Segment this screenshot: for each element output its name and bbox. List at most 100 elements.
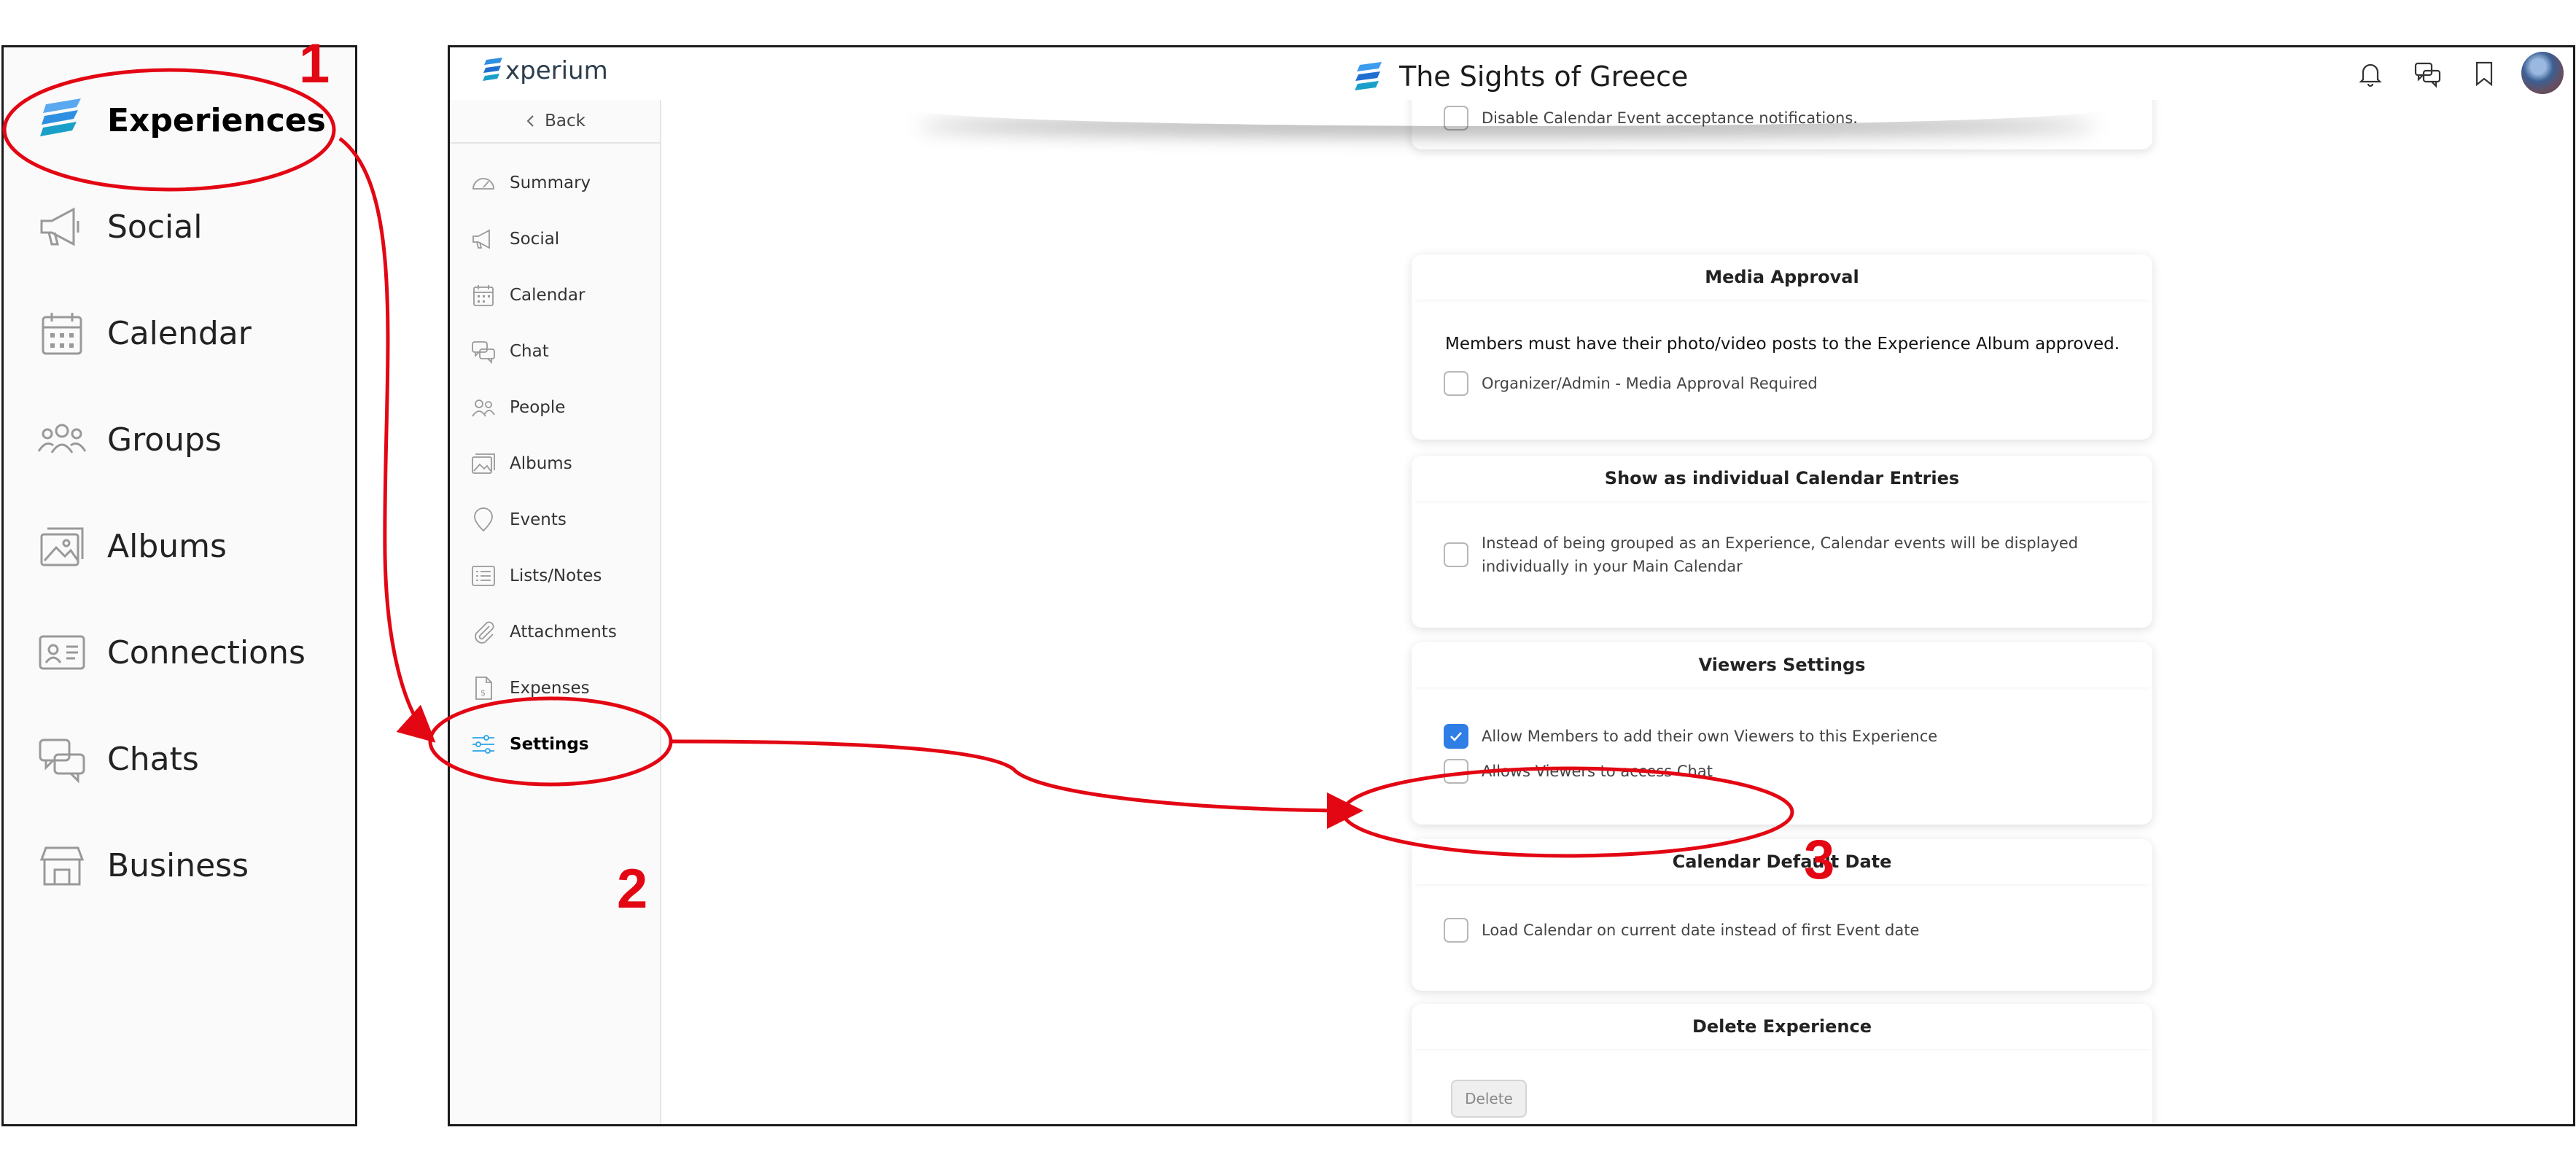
sidebar-item-label: Events <box>510 510 567 529</box>
card-title: Calendar Default Date <box>1412 839 2152 884</box>
top-bar: xperium The Sights of Greece <box>450 47 2573 100</box>
nav-label: Groups <box>107 421 222 459</box>
chevron-left-icon <box>526 115 534 127</box>
option-label: Load Calendar on current date instead of… <box>1482 921 1920 939</box>
option-label: Allow Members to add their own Viewers t… <box>1482 728 1938 745</box>
experium-logo-icon <box>40 98 81 136</box>
albums-icon <box>472 453 495 474</box>
sidebar-item-settings[interactable]: Settings <box>470 727 589 762</box>
albums-icon <box>40 527 84 566</box>
gauge-icon <box>472 178 494 190</box>
bookmark-icon[interactable] <box>2468 58 2500 90</box>
nav-item-groups[interactable]: Groups <box>4 396 355 483</box>
sidebar-item-summary[interactable]: Summary <box>470 165 591 200</box>
contact-card-icon <box>39 635 85 670</box>
card-title: Show as individual Calendar Entries <box>1412 456 2152 501</box>
zoomed-main-nav: Experiences Social Calendar Groups Album… <box>1 45 357 1126</box>
option-label: Organizer/Admin - Media Approval Require… <box>1482 375 1818 392</box>
card-title: Media Approval <box>1412 254 2152 300</box>
sidebar-item-label: Attachments <box>510 623 617 642</box>
app-logo[interactable]: xperium <box>482 56 608 85</box>
sidebar-item-albums[interactable]: Albums <box>470 446 572 481</box>
delete-button[interactable]: Delete <box>1451 1080 1527 1118</box>
checkbox[interactable] <box>1444 371 1468 396</box>
nav-label: Chats <box>107 740 199 778</box>
checkbox[interactable] <box>1444 759 1468 784</box>
svg-text:$: $ <box>480 688 486 698</box>
experium-logo-icon <box>1355 62 1382 90</box>
groups-icon <box>37 424 87 453</box>
viewers-option-1[interactable]: Allow Members to add their own Viewers t… <box>1444 724 1937 749</box>
sidebar-item-chat[interactable]: Chat <box>470 334 549 369</box>
experience-title: The Sights of Greece <box>1354 61 1688 93</box>
settings-content: Disable Calendar Event acceptance notifi… <box>661 71 2573 1124</box>
nav-item-chats[interactable]: Chats <box>4 715 355 803</box>
delete-experience-card: Delete Experience Delete <box>1412 1004 2152 1124</box>
media-approval-card: Media Approval Members must have their p… <box>1412 254 2152 440</box>
calendar-icon <box>42 313 82 355</box>
sidebar-item-lists-notes[interactable]: Lists/Notes <box>470 558 602 593</box>
chat-bubbles-icon <box>39 739 85 784</box>
back-button[interactable]: Back <box>450 100 661 144</box>
sidebar-item-calendar[interactable]: Calendar <box>470 278 585 313</box>
card-title: Viewers Settings <box>1412 642 2152 687</box>
checkbox-checked[interactable] <box>1444 724 1468 749</box>
sidebar-item-people[interactable]: People <box>470 390 565 425</box>
option-label-line1: Instead of being grouped as an Experienc… <box>1482 534 2079 552</box>
nav-label: Connections <box>107 634 306 671</box>
sidebar-item-label: Expenses <box>510 679 590 698</box>
sidebar-item-label: Albums <box>510 454 572 473</box>
sidebar-item-label: Settings <box>510 735 589 754</box>
step-number-1: 1 <box>299 33 330 95</box>
card-title: Delete Experience <box>1412 1004 2152 1049</box>
people-icon <box>472 400 495 417</box>
megaphone-icon <box>472 229 490 249</box>
storefront-icon <box>39 846 85 886</box>
card-description: Members must have their photo/video post… <box>1445 335 2120 354</box>
checkbox[interactable] <box>1444 542 1468 567</box>
media-approval-option[interactable]: Organizer/Admin - Media Approval Require… <box>1444 371 1818 396</box>
default-date-option[interactable]: Load Calendar on current date instead of… <box>1444 918 1919 943</box>
megaphone-icon <box>40 207 79 246</box>
nav-label: Business <box>107 846 249 884</box>
chat-icon[interactable] <box>2411 58 2443 90</box>
nav-item-connections[interactable]: Connections <box>4 609 355 696</box>
sidebar-item-expenses[interactable]: $ Expenses <box>470 671 590 706</box>
sidebar-item-label: Lists/Notes <box>510 566 602 585</box>
map-pin-icon <box>474 507 493 532</box>
nav-item-business[interactable]: Business <box>4 822 355 909</box>
sidebar-item-label: Social <box>510 230 560 249</box>
nav-label: Albums <box>107 527 227 565</box>
experium-logo-icon <box>483 58 502 81</box>
checkbox[interactable] <box>1444 918 1468 943</box>
page-title: The Sights of Greece <box>1399 61 1689 93</box>
viewers-option-2[interactable]: Allows Viewers to access Chat <box>1444 759 1713 784</box>
list-icon <box>472 566 495 586</box>
step-number-2: 2 <box>617 858 648 920</box>
sidebar-item-social[interactable]: Social <box>470 222 559 257</box>
sidebar-item-label: Chat <box>510 342 549 361</box>
sliders-icon <box>472 735 494 754</box>
calendar-icon <box>473 285 494 306</box>
bell-icon[interactable] <box>2354 58 2386 90</box>
step-number-3: 3 <box>1804 829 1835 891</box>
sidebar-item-label: Summary <box>510 174 591 192</box>
option-label: Allows Viewers to access Chat <box>1482 763 1713 780</box>
nav-item-albums[interactable]: Albums <box>4 502 355 590</box>
nav-label: Social <box>107 208 203 246</box>
viewers-settings-card: Viewers Settings Allow Members to add th… <box>1412 642 2152 825</box>
receipt-icon: $ <box>475 677 492 700</box>
individual-entries-option[interactable]: Instead of being grouped as an Experienc… <box>1444 531 2078 578</box>
sidebar-item-attachments[interactable]: Attachments <box>470 615 617 650</box>
experience-sidebar: Back Summary Social Calendar Chat People… <box>450 100 661 1124</box>
nav-item-calendar[interactable]: Calendar <box>4 289 355 377</box>
nav-item-social[interactable]: Social <box>4 183 355 270</box>
individual-entries-card: Show as individual Calendar Entries Inst… <box>1412 456 2152 628</box>
back-label: Back <box>545 112 585 130</box>
sidebar-item-label: People <box>510 398 566 417</box>
nav-label: Calendar <box>107 314 252 352</box>
option-label-line2: individually in your Main Calendar <box>1482 558 1743 575</box>
sidebar-item-events[interactable]: Events <box>470 502 567 537</box>
nav-label: Experiences <box>107 101 326 139</box>
avatar[interactable] <box>2521 52 2564 94</box>
